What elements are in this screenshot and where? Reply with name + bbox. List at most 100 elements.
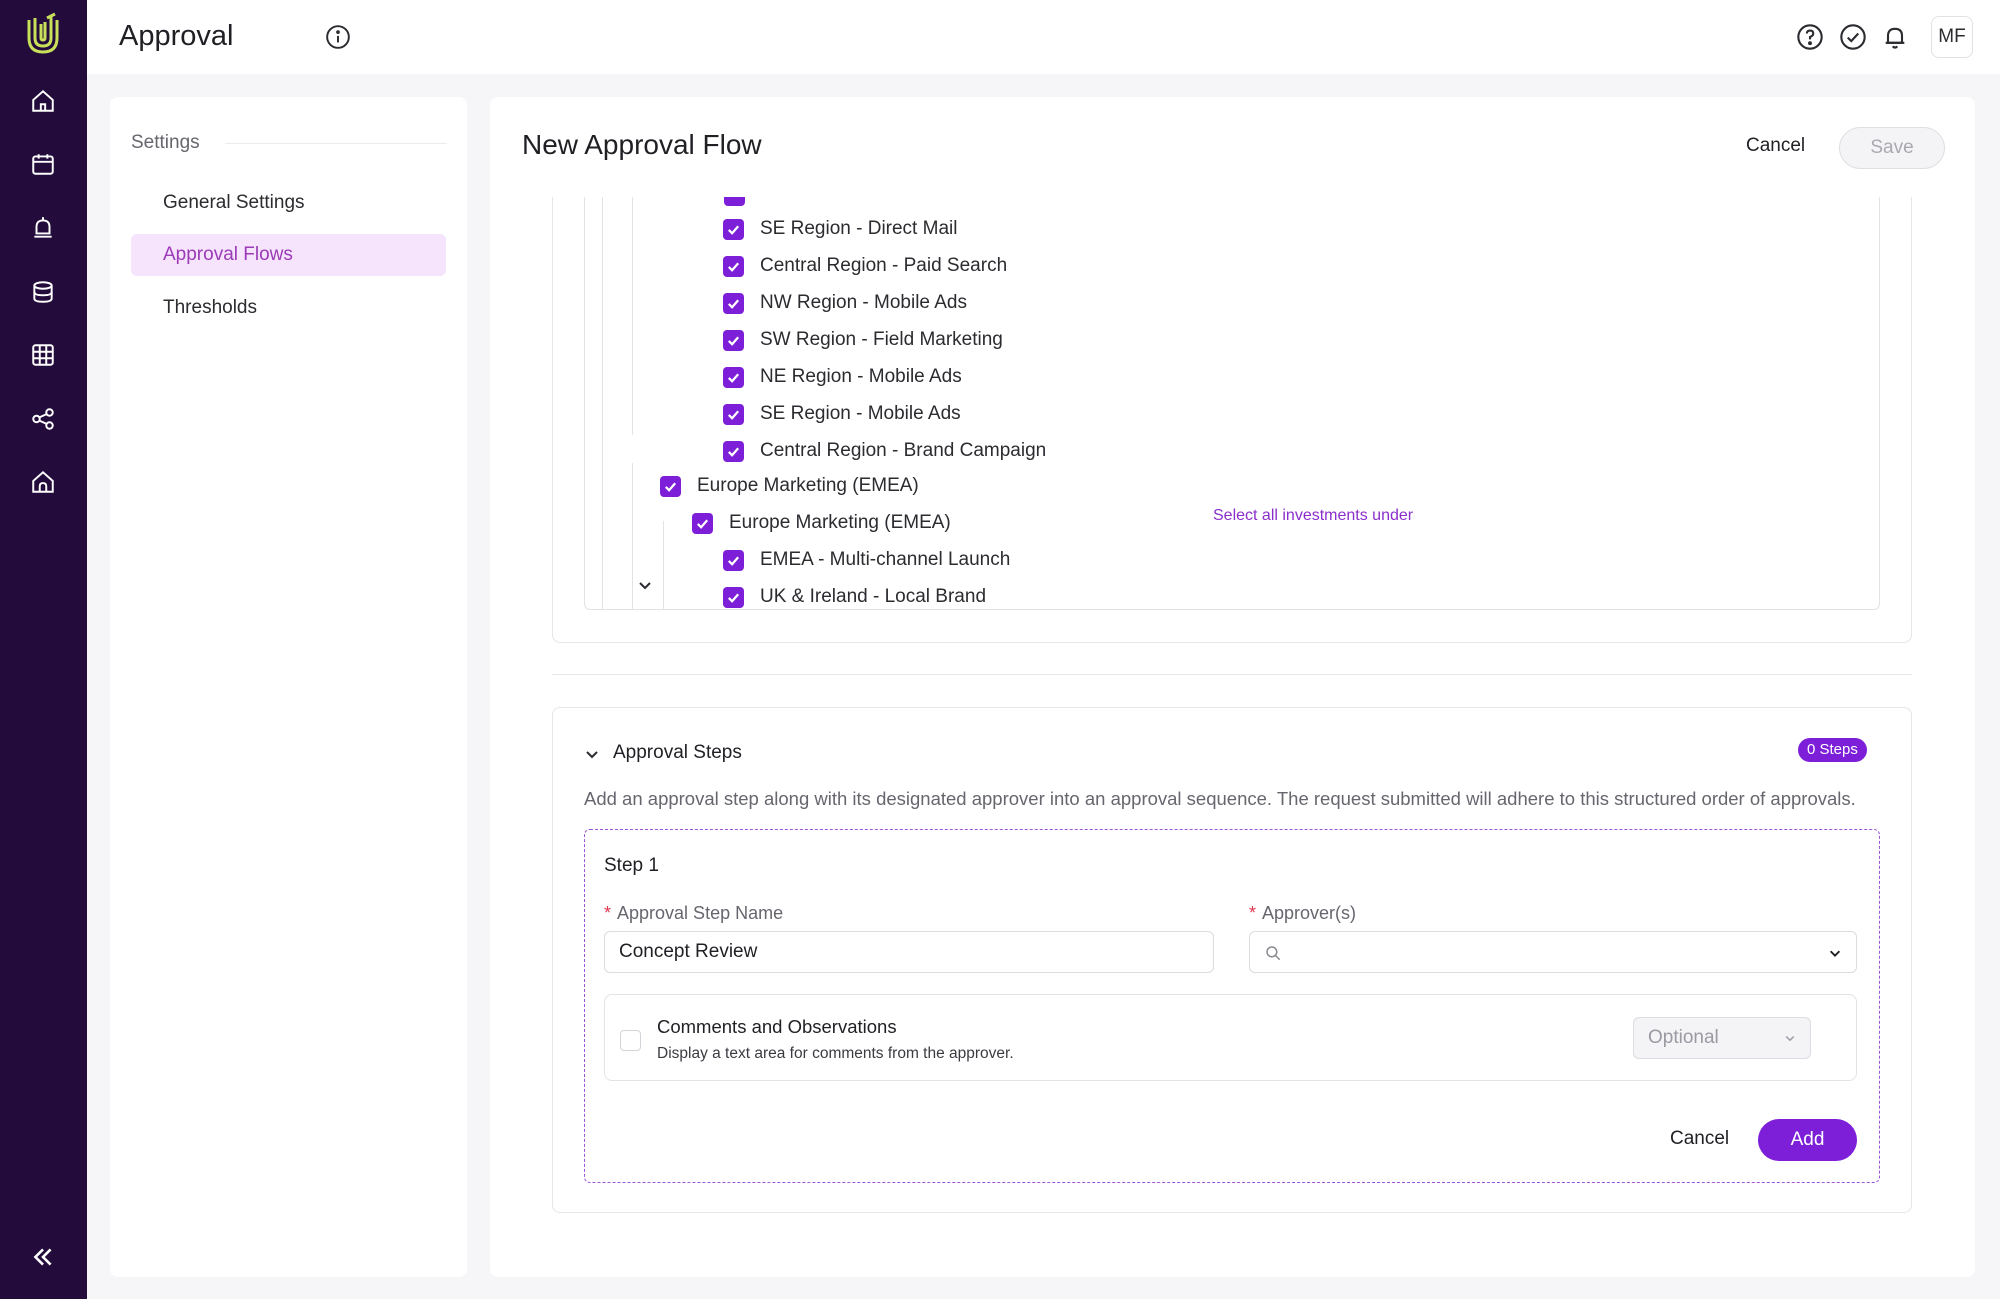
brand-logo-icon[interactable]	[23, 12, 63, 56]
tree-guide-line	[632, 197, 633, 435]
calendar-icon	[32, 154, 54, 175]
step-cancel-button[interactable]: Cancel	[1670, 1128, 1729, 1150]
step-name-input[interactable]: Concept Review	[604, 931, 1214, 973]
tree-item-label: Europe Marketing (EMEA)	[697, 475, 919, 496]
settings-divider	[225, 143, 447, 144]
tree-item[interactable]: Central Region - Paid Search	[723, 251, 1007, 281]
tree-checkbox[interactable]	[723, 255, 744, 277]
tree-checkbox[interactable]	[723, 218, 744, 240]
tree-item-label: Central Region - Paid Search	[760, 255, 1008, 276]
chevron-down-icon	[1829, 950, 1841, 957]
bell-icon	[34, 217, 52, 238]
user-avatar[interactable]: MF	[1931, 16, 1973, 58]
page-title: Approval	[119, 20, 234, 52]
search-icon	[1266, 946, 1281, 961]
approval-steps-section: Approval Steps 0 Steps Add an approval s…	[552, 707, 1912, 1213]
tree-item-label: Central Region - Brand Campaign	[760, 440, 1047, 461]
tree-item[interactable]: Europe Marketing (EMEA)	[692, 508, 951, 538]
header-cancel-button[interactable]: Cancel	[1746, 135, 1805, 157]
tree-checkbox[interactable]	[724, 197, 745, 206]
comments-mode-value: Optional	[1648, 1027, 1719, 1048]
comments-mode-select[interactable]: Optional	[1633, 1017, 1811, 1059]
nav-home[interactable]	[24, 82, 62, 120]
double-chevron-left-icon	[33, 1248, 52, 1266]
tree-item[interactable]: EMEA - Multi-channel Launch	[723, 545, 1010, 575]
checkmark-icon	[728, 224, 740, 235]
settings-heading: Settings	[131, 132, 200, 153]
chevron-down-icon[interactable]	[668, 606, 684, 610]
checkmark-icon	[728, 298, 740, 309]
approver-select[interactable]	[1249, 931, 1857, 973]
checkmark-icon	[728, 592, 740, 603]
flow-title: New Approval Flow	[522, 129, 762, 160]
nav-calendar[interactable]	[24, 145, 62, 183]
comments-title: Comments and Observations	[657, 1016, 897, 1037]
save-button[interactable]: Save	[1839, 127, 1945, 169]
layers-icon	[33, 281, 53, 303]
checkmark-icon	[728, 409, 740, 420]
add-step-button[interactable]: Add	[1758, 1119, 1857, 1161]
info-icon[interactable]	[325, 24, 351, 50]
required-mark: *	[1249, 903, 1257, 923]
checkmark-icon	[697, 518, 709, 529]
tree-checkbox[interactable]	[723, 329, 744, 351]
tree-checkbox[interactable]	[692, 512, 713, 534]
chevron-down-icon[interactable]	[584, 746, 600, 762]
help-icon[interactable]	[1796, 23, 1824, 51]
approver-label-text: Approver(s)	[1262, 903, 1357, 923]
step-name-label-text: Approval Step Name	[617, 903, 784, 923]
top-bar: Approval MF	[87, 0, 2000, 74]
tree-item[interactable]: SW Region - Field Marketing	[723, 325, 1003, 355]
tree-item[interactable]: SE Region - Mobile Ads	[723, 399, 961, 429]
tree-item-label: UK & Ireland - Local Brand	[760, 586, 987, 607]
tree-item-label: NE Region - Mobile Ads	[760, 366, 962, 387]
settings-item-approval-flows[interactable]: Approval Flows	[131, 234, 446, 276]
section-divider	[552, 674, 1912, 675]
tree-guide-line	[602, 197, 603, 609]
checkmark-icon	[728, 372, 740, 383]
approval-steps-heading[interactable]: Approval Steps	[613, 742, 742, 764]
tree-item[interactable]: SE Region - Direct Mail	[723, 214, 957, 244]
approver-label: * Approver(s)	[1249, 903, 1356, 924]
step-editor: Step 1 * Approval Step Name Concept Revie…	[584, 829, 1880, 1183]
tree-checkbox[interactable]	[723, 366, 744, 388]
check-circle-icon[interactable]	[1839, 23, 1867, 51]
tree-checkbox[interactable]	[660, 475, 681, 497]
tree-item-label: EMEA - Multi-channel Launch	[760, 549, 1011, 570]
step-name-label: * Approval Step Name	[604, 903, 783, 924]
tree-item-label: NW Region - Mobile Ads	[760, 292, 967, 313]
comments-checkbox[interactable]	[620, 1030, 641, 1051]
steps-count-badge: 0 Steps	[1798, 738, 1867, 762]
tree-item[interactable]: Europe Marketing (EMEA)	[660, 471, 919, 501]
tree-checkbox[interactable]	[723, 292, 744, 314]
nav-home-outline[interactable]	[24, 463, 62, 501]
collapse-rail-button[interactable]	[24, 1238, 62, 1276]
select-all-investments-link[interactable]: Select all investments under	[1213, 507, 1413, 525]
home-icon	[32, 89, 54, 112]
tree-checkbox[interactable]	[723, 586, 744, 608]
nav-notifications[interactable]	[24, 209, 62, 247]
tree-item[interactable]: Central Region - Brand Campaign	[723, 436, 1046, 466]
nav-layers[interactable]	[24, 273, 62, 311]
tree-item[interactable]: UK & Ireland - Local Brand	[723, 582, 986, 612]
tree-checkbox[interactable]	[723, 549, 744, 571]
tree-item-label: SE Region - Mobile Ads	[760, 403, 961, 424]
step-title: Step 1	[604, 855, 659, 876]
checkmark-icon	[728, 446, 740, 457]
checkmark-icon	[665, 481, 677, 492]
tree-checkbox[interactable]	[723, 403, 744, 425]
tree-item[interactable]: NE Region - Mobile Ads	[723, 362, 962, 392]
nav-share[interactable]	[24, 400, 62, 438]
tree-item-label: SE Region - Direct Mail	[760, 218, 958, 239]
approval-steps-description: Add an approval step along with its desi…	[584, 788, 1856, 809]
notification-icon[interactable]	[1881, 23, 1909, 51]
table-icon	[32, 344, 54, 366]
chevron-down-icon[interactable]	[637, 577, 653, 593]
settings-item-thresholds[interactable]: Thresholds	[131, 287, 446, 329]
settings-item-general[interactable]: General Settings	[131, 182, 446, 224]
nav-table[interactable]	[24, 336, 62, 374]
comments-description: Display a text area for comments from th…	[657, 1045, 1014, 1062]
tree-item[interactable]: NW Region - Mobile Ads	[723, 288, 967, 318]
tree-checkbox[interactable]	[723, 440, 744, 462]
settings-panel: Settings General Settings Approval Flows…	[110, 97, 467, 1277]
